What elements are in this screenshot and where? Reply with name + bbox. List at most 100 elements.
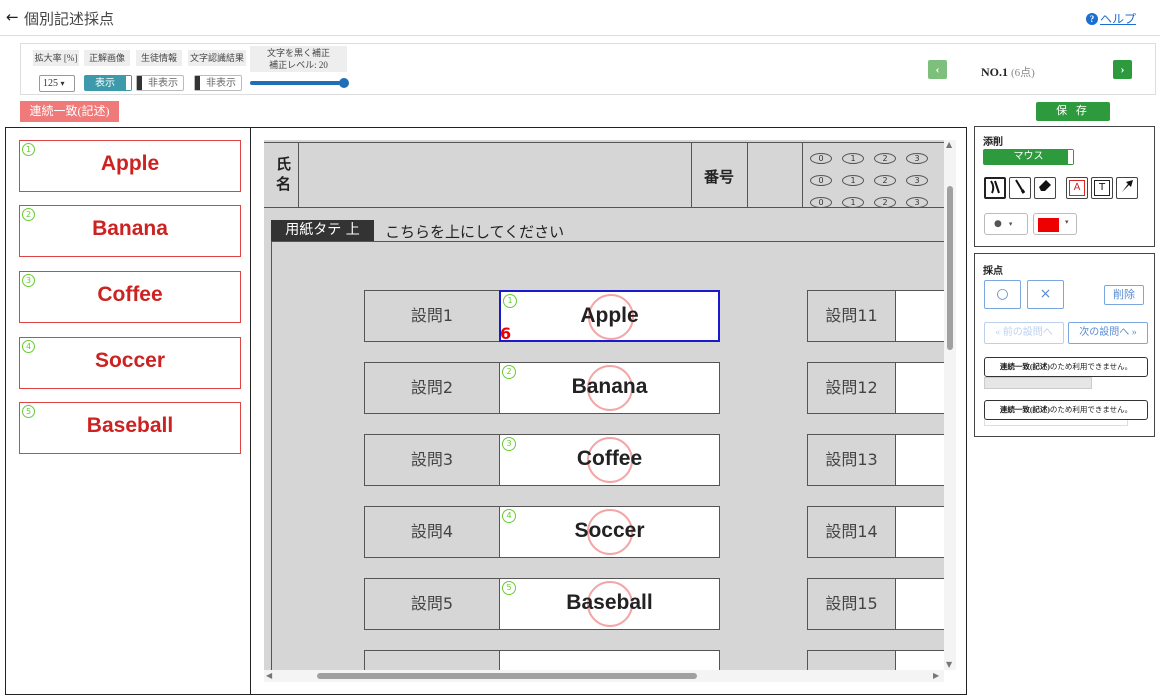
answer-box[interactable] [895, 434, 944, 486]
scroll-left-icon[interactable]: ◀ [266, 671, 272, 680]
pen-color-select[interactable]: ▾ [1033, 213, 1077, 235]
scrollbar-thumb[interactable] [947, 186, 953, 350]
answer-number: 5 [502, 581, 516, 595]
answer-text: Soccer [94, 349, 166, 372]
slider-handle[interactable] [339, 78, 349, 88]
ocr-result-toggle[interactable]: 非表示 [194, 75, 242, 91]
text-icon[interactable]: T [1091, 177, 1113, 199]
pen-size-select[interactable]: ● ▾ [984, 213, 1028, 235]
question-label: 設問2 [364, 362, 500, 414]
answer-box-selected[interactable]: Apple 1 6 [499, 290, 720, 343]
correction-title: 添削 [983, 137, 1003, 148]
answer-box[interactable] [895, 290, 944, 342]
question-label: 設問15 [807, 578, 896, 630]
bubble: 3 [906, 175, 928, 186]
next-question-button[interactable]: › [1113, 60, 1132, 79]
arrow-icon[interactable] [1116, 177, 1138, 199]
answer-number: 1 [503, 294, 517, 308]
back-arrow-icon[interactable]: ← [6, 8, 19, 26]
disabled-control [984, 377, 1092, 389]
answer-number: 2 [502, 365, 516, 379]
chevron-down-icon: ▾ [1008, 220, 1013, 228]
orientation-text: こちらを上にしてください [385, 223, 565, 241]
delete-mark-button[interactable]: 削除 [1104, 285, 1144, 305]
darken-level-slider[interactable] [250, 81, 347, 85]
divider [271, 241, 272, 670]
question-label: 設問12 [807, 362, 896, 414]
question-points: (6点) [1011, 67, 1035, 79]
darken-correction-label: 文字を黒く補正 補正レベル: 20 [250, 46, 347, 72]
question-label: 設問11 [807, 290, 896, 342]
answer-box[interactable] [895, 506, 944, 558]
answer-card[interactable]: 3 Coffee [19, 271, 241, 323]
question-label: 設問4 [364, 506, 500, 558]
answer-box[interactable]: Baseball 5 [499, 578, 720, 630]
scroll-up-icon[interactable]: ▲ [946, 140, 952, 149]
vertical-scrollbar[interactable]: ▲ ▼ [944, 140, 956, 670]
question-label: 設問1 [364, 290, 500, 342]
answer-box[interactable]: Coffee 3 [499, 434, 720, 486]
mark-wrong-button[interactable]: × [1027, 280, 1064, 309]
handwritten-answer: Coffee [576, 447, 643, 470]
next-question-nav-button[interactable]: 次の設問へ » [1068, 322, 1148, 344]
input-mode-label: マウス [1013, 151, 1044, 162]
answer-image-toggle[interactable]: 表示 [84, 75, 132, 91]
prev-question-nav-button[interactable]: « 前の設問へ [984, 322, 1064, 344]
number-bubbles-row: 0123 [810, 168, 938, 187]
answer-box-partial[interactable] [895, 650, 944, 670]
marker-icon[interactable] [1009, 177, 1031, 199]
student-info-toggle[interactable]: 非表示 [136, 75, 184, 91]
divider [747, 142, 748, 208]
name-label: 氏 名 [276, 155, 292, 193]
question-label-partial [364, 650, 500, 670]
darken-title: 文字を黒く補正 [266, 48, 330, 58]
pen-icon[interactable] [984, 177, 1006, 199]
question-label: 設問5 [364, 578, 500, 630]
color-swatch [1038, 218, 1059, 232]
save-button[interactable]: 保 存 [1036, 102, 1110, 121]
question-label: 設問13 [807, 434, 896, 486]
grading-mode-badge: 連続一致(記述) [20, 101, 119, 122]
answer-sheet-image: 氏 名 番号 0123 0123 0123 用紙タテ 上 こちらを上にしてくださ… [264, 140, 944, 670]
scroll-right-icon[interactable]: ▶ [933, 671, 939, 680]
answer-box[interactable] [895, 362, 944, 414]
scrollbar-thumb[interactable] [317, 673, 697, 679]
answer-box[interactable]: Soccer 4 [499, 506, 720, 558]
stamp-a-icon[interactable]: A [1066, 177, 1088, 199]
student-number-label: 番号 [704, 168, 735, 186]
answer-box-partial[interactable] [499, 650, 720, 670]
top-header [0, 0, 1160, 36]
answer-box[interactable]: Banana 2 [499, 362, 720, 414]
answer-box[interactable] [895, 578, 944, 630]
score-mark: 6 [500, 324, 512, 343]
answer-card[interactable]: 5 Baseball [19, 402, 241, 454]
mark-correct-button[interactable]: ○ [984, 280, 1021, 309]
divider [298, 142, 299, 208]
answer-card[interactable]: 2 Banana [19, 205, 241, 257]
input-mode-toggle[interactable]: マウス [983, 149, 1074, 165]
prev-question-button[interactable]: ‹ [928, 60, 947, 79]
answer-image-label: 正解画像 [84, 50, 130, 66]
answer-number: 4 [502, 509, 516, 523]
help-icon: ? [1085, 12, 1098, 25]
eraser-icon[interactable] [1034, 177, 1056, 199]
horizontal-scrollbar[interactable]: ◀ ▶ [264, 670, 944, 682]
answer-text: Apple [100, 152, 160, 175]
help-link[interactable]: ? ヘルプ [1085, 10, 1136, 27]
bubble: 2 [874, 197, 896, 208]
question-label-partial [807, 650, 896, 670]
answer-sheet-viewer: 氏 名 番号 0123 0123 0123 用紙タテ 上 こちらを上にしてくださ… [250, 127, 967, 695]
ocr-result-label: 文字認識結果 [188, 50, 246, 66]
answer-text: Coffee [97, 283, 163, 306]
unavailable-message: 連続一致(記述)のため利用できません。 [984, 357, 1148, 377]
zoom-label: 拡大率 [%] [33, 50, 79, 66]
bubble: 1 [842, 175, 864, 186]
zoom-select[interactable]: 125 ▾ [39, 75, 75, 92]
grading-title: 採点 [983, 266, 1003, 277]
handwritten-answer: Banana [571, 375, 648, 398]
unavailable-message: 連続一致(記述)のため利用できません。 [984, 400, 1148, 420]
answer-card[interactable]: 1 Apple [19, 140, 241, 192]
divider [802, 142, 803, 208]
scroll-down-icon[interactable]: ▼ [946, 660, 952, 669]
answer-card[interactable]: 4 Soccer [19, 337, 241, 389]
